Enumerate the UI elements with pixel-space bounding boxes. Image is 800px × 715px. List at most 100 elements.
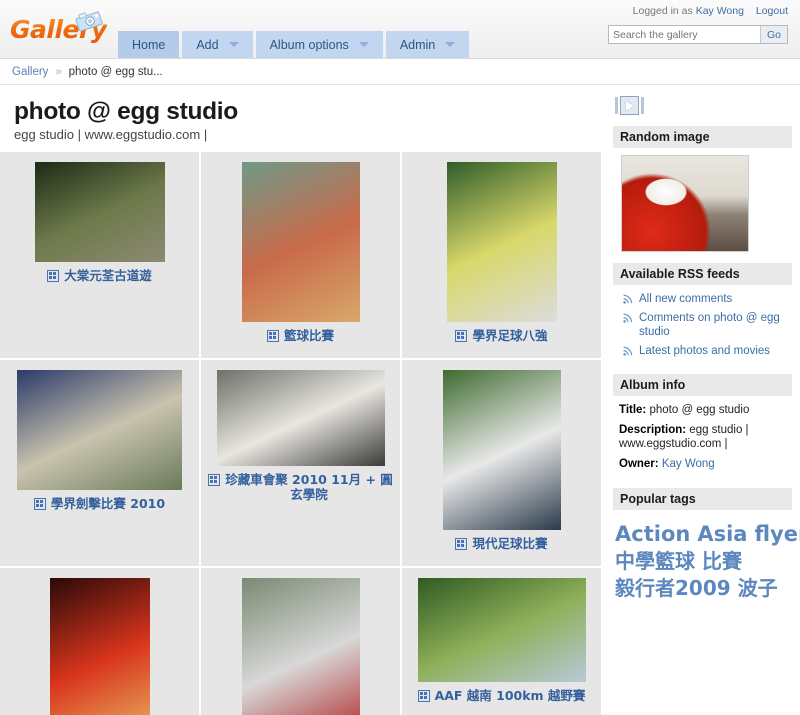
album-info-owner-value[interactable]: Kay Wong [662, 458, 715, 470]
panel-title-popular-tags: Popular tags [613, 488, 792, 510]
random-image-thumbnail[interactable] [621, 155, 749, 252]
album-caption-label: 大棠元荃古道遊 [64, 268, 152, 283]
album-info-title-value: photo @ egg studio [649, 404, 750, 416]
album-thumbnail[interactable] [216, 370, 385, 466]
logged-in-label: Logged in as [632, 5, 693, 17]
album-caption[interactable]: AAF 越南 100km 越野賽 [409, 688, 594, 703]
panel-title-random-image: Random image [613, 126, 792, 148]
page-subtitle: egg studio | www.eggstudio.com | [14, 127, 208, 142]
nav-item-album-options-label: Album options [269, 37, 349, 52]
breadcrumb-current: photo @ egg stu... [68, 65, 163, 78]
album-caption-label: 現代足球比賽 [472, 536, 548, 551]
rss-feed-item-label: All new comments [639, 293, 733, 305]
main-column: photo @ egg studio egg studio | www.eggs… [0, 85, 605, 715]
rss-feed-item[interactable]: Comments on photo @ egg studio [617, 311, 790, 339]
album-cell[interactable]: 學界足球八強 [402, 152, 603, 360]
rss-feed-list: All new comments Comments on photo @ egg … [613, 292, 792, 374]
nav-item-home[interactable]: Home [118, 31, 180, 58]
panel-title-album-info: Album info [613, 374, 792, 396]
album-icon [455, 330, 468, 342]
album-grid: 大棠元荃古道遊籃球比賽 學界足球八強學界劍擊比賽 2010 珍藏車會聚 2010 1… [0, 151, 605, 715]
chevron-down-icon [445, 42, 456, 47]
rss-icon [623, 313, 633, 323]
album-cell[interactable]: 學界劍擊比賽 2010 [0, 360, 201, 568]
album-icon [33, 498, 46, 510]
tag-link[interactable]: Asia [697, 522, 747, 546]
album-info-title-label: Title: [619, 404, 647, 416]
album-icon [208, 474, 220, 486]
album-cell[interactable] [201, 568, 402, 715]
album-thumbnail[interactable] [241, 578, 360, 715]
slideshow-play-box [620, 96, 639, 115]
album-thumbnail[interactable] [49, 578, 150, 715]
slideshow-bar-left [615, 97, 618, 114]
album-thumbnail[interactable] [241, 162, 360, 322]
tag-cloud: ActionAsiaflyermerlionoxfamSalomonskytow… [613, 517, 800, 603]
album-caption[interactable]: 大棠元荃古道遊 [7, 268, 192, 283]
logout-link[interactable]: Logout [756, 5, 788, 17]
album-cell[interactable]: 珍藏車會聚 2010 11月 + 圓玄學院 [201, 360, 402, 568]
user-name[interactable]: Kay Wong [696, 5, 744, 17]
album-caption-label: 籃球比賽 [283, 328, 334, 343]
album-info-panel: Title: photo @ egg studio Description: e… [613, 403, 792, 488]
breadcrumb-root[interactable]: Gallery [12, 66, 48, 78]
nav-item-add[interactable]: Add [182, 31, 253, 58]
nav-item-admin-label: Admin [399, 37, 436, 52]
tag-link[interactable]: 比賽 [702, 549, 742, 573]
album-caption-label: 學界劍擊比賽 2010 [50, 496, 166, 511]
album-cell[interactable]: 大棠元荃古道遊 [0, 152, 201, 360]
nav-item-add-label: Add [196, 37, 219, 52]
album-caption[interactable]: 現代足球比賽 [409, 536, 594, 551]
tag-link[interactable]: 中學籃球 [615, 549, 695, 573]
rss-feed-item[interactable]: Latest photos and movies [617, 344, 790, 358]
sidebar: Random image Available RSS feeds All new… [605, 85, 800, 603]
album-caption[interactable]: 學界劍擊比賽 2010 [7, 496, 192, 511]
search-input[interactable] [609, 26, 760, 43]
album-caption[interactable]: 籃球比賽 [208, 328, 393, 343]
album-info-description-row: Description: egg studio | www.eggstudio.… [617, 423, 790, 451]
tag-link[interactable]: 毅行者2009 [615, 576, 731, 600]
album-caption-label: AAF 越南 100km 越野賽 [434, 688, 586, 703]
chevron-down-icon [358, 42, 369, 47]
user-status-bar: Logged in as Kay Wong Logout [633, 5, 788, 17]
page-title: photo @ egg studio [14, 98, 238, 125]
slideshow-play-icon[interactable] [615, 96, 651, 115]
slideshow-bar-right [641, 97, 644, 114]
album-thumbnail[interactable] [17, 370, 182, 490]
camera-icon [75, 9, 106, 32]
album-thumbnail[interactable] [446, 162, 557, 322]
album-cell[interactable]: AAF 越南 100km 越野賽 [402, 568, 603, 715]
search-go-button[interactable]: Go [759, 26, 787, 43]
breadcrumb-separator-icon: » [55, 65, 62, 78]
album-info-owner-label: Owner: [619, 458, 659, 470]
panel-title-rss-feeds: Available RSS feeds [613, 263, 792, 285]
rss-feed-item-label: Latest photos and movies [639, 345, 771, 357]
album-caption-label: 學界足球八強 [472, 328, 548, 343]
site-header: Gallery Logged in as Kay Wong Logout Go … [0, 0, 800, 59]
rss-feed-item[interactable]: All new comments [617, 292, 790, 306]
album-thumbnail[interactable] [442, 370, 561, 530]
album-icon [417, 690, 430, 702]
search-box[interactable]: Go [608, 25, 788, 44]
site-logo[interactable]: Gallery [10, 6, 110, 50]
album-thumbnail[interactable] [34, 162, 165, 262]
album-info-title-row: Title: photo @ egg studio [617, 403, 790, 417]
nav-item-home-label: Home [132, 37, 166, 52]
album-cell[interactable]: 籃球比賽 [201, 152, 402, 360]
album-cell[interactable] [0, 568, 201, 715]
tag-link[interactable]: 波子 [738, 576, 778, 600]
breadcrumb: Gallery » photo @ egg stu... [0, 59, 800, 85]
chevron-down-icon [228, 42, 239, 47]
tag-link[interactable]: flyer [754, 522, 800, 546]
album-caption[interactable]: 學界足球八強 [409, 328, 594, 343]
random-image-panel [613, 155, 792, 263]
nav-item-album-options[interactable]: Album options [255, 31, 383, 58]
rss-icon [623, 346, 633, 356]
nav-item-admin[interactable]: Admin [385, 31, 470, 58]
album-icon [47, 270, 60, 282]
rss-feed-item-label: Comments on photo @ egg studio [639, 312, 780, 338]
tag-link[interactable]: Action [615, 522, 690, 546]
album-caption[interactable]: 珍藏車會聚 2010 11月 + 圓玄學院 [208, 472, 393, 502]
album-cell[interactable]: 現代足球比賽 [402, 360, 603, 568]
album-thumbnail[interactable] [417, 578, 586, 682]
